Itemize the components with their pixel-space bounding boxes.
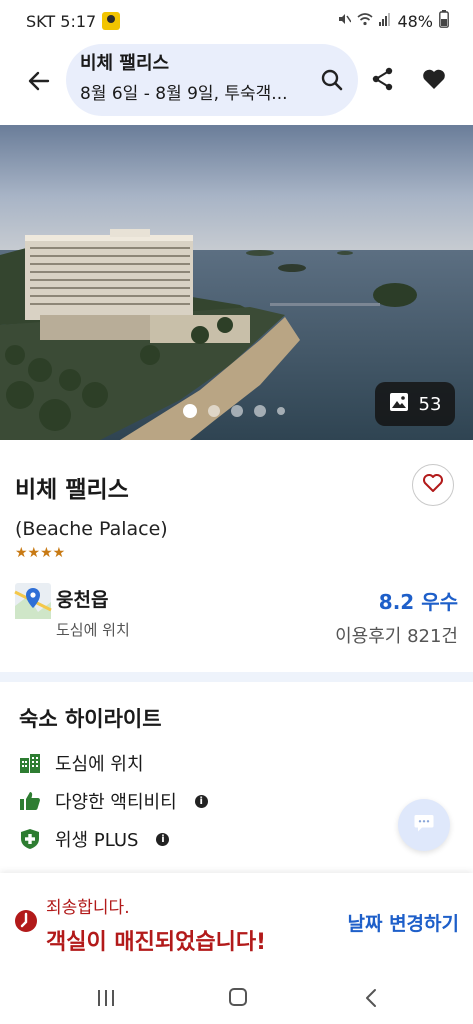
hotel-name-english: (Beache Palace) <box>15 518 168 540</box>
image-gallery-icon <box>389 392 409 417</box>
hotel-photo-carousel[interactable]: 53 <box>0 125 473 440</box>
system-navigation-bar <box>0 970 473 1024</box>
carousel-dot[interactable] <box>254 405 266 417</box>
carousel-dot[interactable] <box>208 405 220 417</box>
sold-out-banner: 죄송합니다. 객실이 매진되었습니다! 날짜 변경하기 <box>0 873 473 970</box>
back-arrow-icon[interactable] <box>26 68 52 94</box>
photo-count-button[interactable]: 53 <box>375 382 455 426</box>
favorite-button[interactable] <box>412 464 454 506</box>
highlight-label: 다양한 액티비티 <box>55 792 177 813</box>
signal-icon <box>379 12 391 30</box>
wifi-icon <box>357 12 373 30</box>
search-hotel-name: 비체 팰리스 <box>80 53 170 74</box>
carousel-dot[interactable] <box>183 404 197 418</box>
review-count[interactable]: 이용후기 821건 <box>335 622 458 648</box>
battery-level: 48% <box>397 11 433 31</box>
star-rating: ★★★★ <box>15 545 66 561</box>
carousel-dots <box>183 404 285 418</box>
search-dates-guests: 8월 6일 - 8월 9일, 투숙객... <box>80 84 288 104</box>
highlight-label: 도심에 위치 <box>55 754 144 775</box>
thumbs-up-icon <box>19 790 41 812</box>
info-icon[interactable]: i <box>156 832 170 846</box>
home-icon[interactable] <box>229 988 247 1006</box>
recent-apps-icon[interactable] <box>96 990 116 1006</box>
shield-plus-icon <box>19 828 41 850</box>
heart-outline-icon <box>422 472 444 498</box>
hotel-name: 비체 팰리스 <box>15 477 129 503</box>
status-carrier-time: SKT 5:17 <box>26 11 97 31</box>
info-icon[interactable]: i <box>194 794 208 808</box>
review-score[interactable]: 8.2 우수 <box>379 586 458 615</box>
nav-back-icon[interactable] <box>364 988 378 1008</box>
carousel-dot[interactable] <box>231 405 243 417</box>
photo-count: 53 <box>418 393 442 415</box>
sorry-text: 죄송합니다. <box>46 898 130 918</box>
highlights-title: 숙소 하이라이트 <box>19 707 162 731</box>
share-icon[interactable] <box>370 66 396 92</box>
highlight-item: 도심에 위치 <box>19 750 144 776</box>
chat-button[interactable] <box>398 799 450 851</box>
location-name[interactable]: 웅천읍 <box>56 585 108 612</box>
section-divider <box>0 672 473 682</box>
search-icon[interactable] <box>320 68 344 92</box>
notification-icon <box>102 12 121 30</box>
city-building-icon <box>19 752 41 774</box>
top-app-bar: 비체 팰리스 8월 6일 - 8월 9일, 투숙객... <box>0 42 473 120</box>
status-bar: SKT 5:17 48% <box>0 0 473 42</box>
location-description: 도심에 위치 <box>56 621 130 639</box>
search-summary-box[interactable]: 비체 팰리스 8월 6일 - 8월 9일, 투숙객... <box>66 44 358 116</box>
carousel-dot[interactable] <box>277 407 285 415</box>
chat-bubble-icon <box>413 812 435 838</box>
battery-icon <box>439 10 449 32</box>
map-location-icon[interactable] <box>14 582 52 620</box>
highlight-item: 다양한 액티비티 i <box>19 788 208 814</box>
highlight-label: 위생 PLUS <box>55 830 139 851</box>
mute-icon <box>337 12 353 30</box>
sold-out-text: 객실이 매진되었습니다! <box>46 930 267 955</box>
highlight-item: 위생 PLUS i <box>19 826 170 852</box>
change-dates-button[interactable]: 날짜 변경하기 <box>348 909 460 936</box>
clock-alert-icon <box>14 909 38 933</box>
favorite-heart-icon[interactable] <box>421 66 447 92</box>
